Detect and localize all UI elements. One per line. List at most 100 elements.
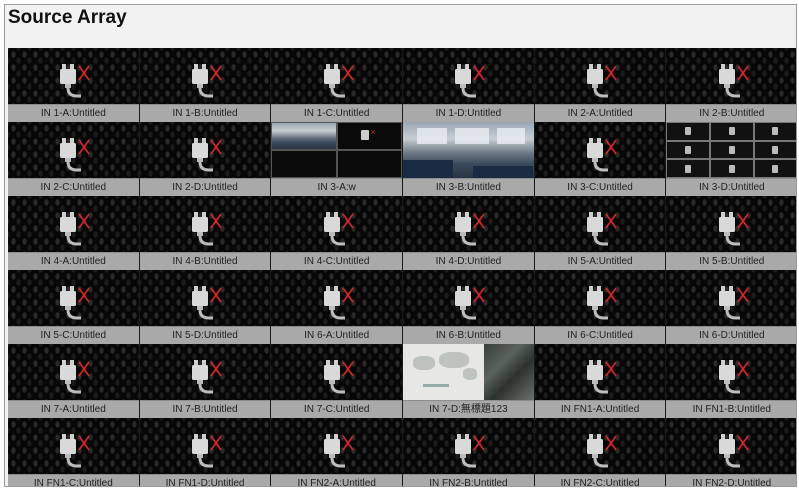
source-label: IN 3-B:Untitled [403, 178, 534, 196]
source-label: IN 7-B:Untitled [139, 400, 271, 418]
source-label: IN 5-A:Untitled [534, 252, 666, 270]
source-label: IN 7-D:無標題123 [403, 400, 534, 418]
source-tile[interactable]: × IN 3-A:w [271, 122, 404, 196]
source-tile[interactable]: IN 4-B:Untitled [139, 196, 272, 270]
source-tile[interactable]: IN 6-A:Untitled [271, 270, 404, 344]
source-tile[interactable]: IN 1-A:Untitled [8, 48, 140, 122]
unplugged-cable-icon [59, 132, 93, 174]
source-tile[interactable]: IN FN2-D:Untitled [666, 418, 796, 486]
source-tile[interactable]: IN 2-C:Untitled [8, 122, 140, 196]
source-label: IN 4-D:Untitled [403, 252, 534, 270]
source-array-window: Source Array IN 1-A:Untitled IN 1-B:Unti… [4, 4, 797, 487]
source-tile[interactable]: IN 7-A:Untitled [8, 344, 140, 418]
quad-split-preview: × [271, 122, 403, 178]
source-label: IN 1-B:Untitled [139, 104, 271, 122]
source-tile[interactable]: IN 5-C:Untitled [8, 270, 140, 344]
source-label: IN 6-A:Untitled [271, 326, 403, 344]
source-label: IN 5-D:Untitled [139, 326, 271, 344]
source-label: IN 4-A:Untitled [8, 252, 139, 270]
unplugged-cable-icon [586, 206, 620, 248]
unplugged-cable-icon [191, 206, 225, 248]
source-tile[interactable]: IN 2-A:Untitled [534, 48, 667, 122]
unplugged-cable-icon [191, 354, 225, 396]
source-tile[interactable]: IN 7-B:Untitled [139, 344, 272, 418]
unplugged-cable-icon [718, 428, 752, 470]
source-label: IN 4-C:Untitled [271, 252, 403, 270]
source-tile[interactable]: IN 1-C:Untitled [271, 48, 404, 122]
source-tile[interactable]: IN 6-D:Untitled [666, 270, 796, 344]
source-label: IN 5-C:Untitled [8, 326, 139, 344]
unplugged-cable-icon [59, 280, 93, 322]
unplugged-cable-icon [586, 354, 620, 396]
source-label: IN 1-C:Untitled [271, 104, 403, 122]
unplugged-cable-icon [586, 132, 620, 174]
unplugged-cable-icon [454, 206, 488, 248]
unplugged-cable-icon [59, 428, 93, 470]
source-tile[interactable]: IN 4-C:Untitled [271, 196, 404, 270]
unplugged-cable-icon [191, 132, 225, 174]
source-tile[interactable]: IN 5-B:Untitled [666, 196, 796, 270]
source-tile[interactable]: IN 1-D:Untitled [403, 48, 535, 122]
source-label: IN 3-A:w [271, 178, 403, 196]
source-tile[interactable]: IN 5-D:Untitled [139, 270, 272, 344]
source-tile[interactable]: IN FN1-C:Untitled [8, 418, 140, 486]
source-label: IN 3-D:Untitled [666, 178, 796, 196]
source-label: IN FN1-C:Untitled [8, 474, 139, 486]
nine-split-preview [666, 122, 796, 178]
page-title: Source Array [8, 7, 127, 28]
source-tile[interactable]: IN 1-B:Untitled [139, 48, 272, 122]
source-label: IN 1-A:Untitled [8, 104, 139, 122]
source-label: IN FN1-B:Untitled [666, 400, 796, 418]
unplugged-cable-icon [586, 280, 620, 322]
source-tile[interactable]: IN 2-D:Untitled [139, 122, 272, 196]
source-tile[interactable]: IN 6-C:Untitled [534, 270, 667, 344]
unplugged-cable-icon [191, 58, 225, 100]
source-tile[interactable]: IN 4-A:Untitled [8, 196, 140, 270]
source-tile[interactable]: IN 3-C:Untitled [534, 122, 667, 196]
unplugged-cable-icon [323, 58, 357, 100]
map-preview [403, 344, 534, 400]
unplugged-cable-icon [586, 428, 620, 470]
source-tile[interactable]: IN 2-B:Untitled [666, 48, 796, 122]
unplugged-cable-icon [718, 280, 752, 322]
source-label: IN 7-C:Untitled [271, 400, 403, 418]
source-label: IN FN2-B:Untitled [403, 474, 534, 486]
unplugged-cable-icon [323, 280, 357, 322]
source-label: IN 2-A:Untitled [534, 104, 666, 122]
unplugged-cable-icon [59, 354, 93, 396]
source-label: IN 6-B:Untitled [403, 326, 534, 344]
unplugged-cable-icon [59, 206, 93, 248]
source-tile[interactable]: IN 3-D:Untitled [666, 122, 796, 196]
source-label: IN FN1-D:Untitled [139, 474, 271, 486]
source-label: IN 7-A:Untitled [8, 400, 139, 418]
source-label: IN 2-B:Untitled [666, 104, 796, 122]
unplugged-cable-icon [191, 280, 225, 322]
source-label: IN FN2-D:Untitled [666, 474, 796, 486]
unplugged-cable-icon [454, 428, 488, 470]
unplugged-cable-icon [586, 58, 620, 100]
unplugged-cable-icon [323, 354, 357, 396]
unplugged-cable-icon [718, 354, 752, 396]
source-tile[interactable]: IN FN2-C:Untitled [534, 418, 667, 486]
source-tile[interactable]: IN 4-D:Untitled [403, 196, 535, 270]
source-label: IN 6-C:Untitled [534, 326, 666, 344]
source-tile[interactable]: IN 7-D:無標題123 [403, 344, 535, 418]
unplugged-cable-icon [454, 280, 488, 322]
unplugged-cable-icon [718, 58, 752, 100]
source-tile[interactable]: IN 5-A:Untitled [534, 196, 667, 270]
unplugged-cable-icon [323, 428, 357, 470]
source-tile[interactable]: IN FN1-B:Untitled [666, 344, 796, 418]
source-tile[interactable]: IN FN2-B:Untitled [403, 418, 535, 486]
source-label: IN 5-B:Untitled [666, 252, 796, 270]
source-tile[interactable]: IN FN2-A:Untitled [271, 418, 404, 486]
source-tile[interactable]: IN 6-B:Untitled [403, 270, 535, 344]
source-label: IN FN2-A:Untitled [271, 474, 403, 486]
unplugged-cable-icon [59, 58, 93, 100]
source-tile[interactable]: IN FN1-A:Untitled [534, 344, 667, 418]
source-label: IN FN1-A:Untitled [534, 400, 666, 418]
source-tile[interactable]: IN FN1-D:Untitled [139, 418, 272, 486]
source-label: IN 3-C:Untitled [534, 178, 666, 196]
source-tile[interactable]: IN 7-C:Untitled [271, 344, 404, 418]
source-label: IN 1-D:Untitled [403, 104, 534, 122]
source-tile[interactable]: IN 3-B:Untitled [403, 122, 535, 196]
